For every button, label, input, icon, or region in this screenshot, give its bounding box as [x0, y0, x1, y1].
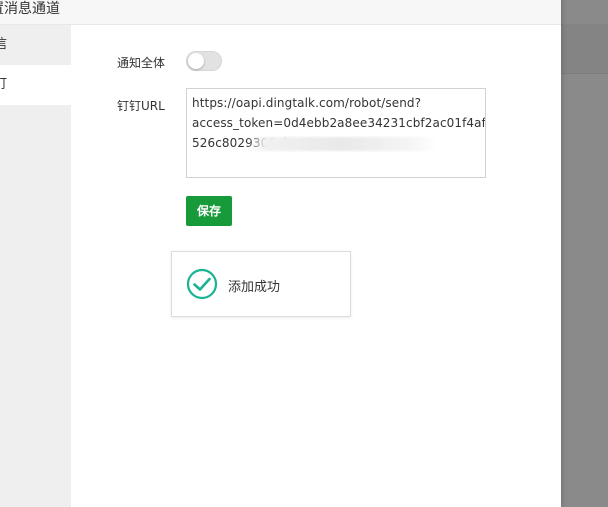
url-line: access_token=0d4ebb2a8ee34231cbf2ac01f4a…	[192, 116, 486, 130]
toast-message: 添加成功	[228, 280, 281, 295]
notify-all-toggle[interactable]	[186, 51, 222, 71]
dingtalk-url-textarea[interactable]: https://oapi.dingtalk.com/robot/send? ac…	[186, 88, 486, 178]
dingtalk-url-label: 钉钉URL	[117, 99, 165, 113]
check-circle-icon	[186, 268, 218, 300]
success-toast: 添加成功	[171, 251, 351, 317]
tab-label: 信	[0, 37, 8, 52]
channel-tabs: 信 钉	[0, 25, 71, 507]
dialog-title: 置消息通道	[0, 1, 60, 17]
redaction-blur	[247, 137, 437, 151]
notify-all-label: 通知全体	[117, 56, 166, 70]
dialog-header: 置消息通道	[0, 0, 561, 25]
tab-message[interactable]: 信	[0, 25, 71, 65]
tab-dingtalk[interactable]: 钉	[0, 65, 71, 105]
save-button[interactable]: 保存	[186, 196, 232, 226]
tab-label: 钉	[0, 77, 8, 92]
background-page-toolbar	[561, 24, 608, 74]
toggle-knob	[188, 53, 204, 69]
url-line: https://oapi.dingtalk.com/robot/send?	[192, 96, 422, 110]
